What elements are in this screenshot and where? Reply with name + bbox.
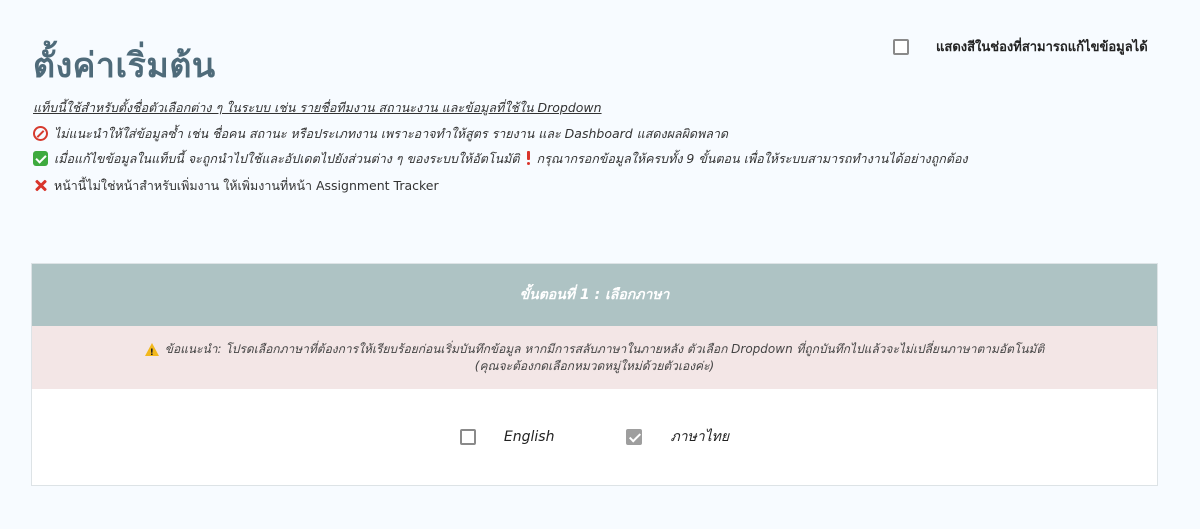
page-title: ตั้งค่าเริ่มต้น — [33, 46, 216, 86]
english-checkbox[interactable] — [459, 429, 476, 445]
highlight-editable-toggle[interactable]: แสดงสีในช่องที่สามารถแก้ไขข้อมูลได้ — [893, 36, 1148, 57]
language-option-english[interactable]: English — [459, 429, 555, 445]
step1-card: ขั้นตอนที่ 1 : เลือกภาษา ข้อแนะนำ: โปรดเ… — [31, 263, 1158, 486]
auto-sync-note: เมื่อแก้ไขข้อมูลในแท็บนี้ จะถูกนำไปใช้แล… — [33, 146, 968, 171]
complete-steps-text: กรุณากรอกข้อมูลให้ครบทั้ง 9 ขั้นตอน เพื่… — [536, 150, 968, 166]
duplicate-warning-note: ไม่แนะนำให้ใส่ข้อมูลซ้ำ เช่น ชื่อคน สถาน… — [33, 121, 968, 146]
thai-checkbox[interactable] — [626, 429, 643, 445]
instructions: แท็บนี้ใช้สำหรับตั้งชื่อตัวเลือกต่าง ๆ ใ… — [33, 99, 968, 198]
step1-advice: ข้อแนะนำ: โปรดเลือกภาษาที่ต้องการให้เรีย… — [32, 326, 1157, 389]
language-options: English ภาษาไทย — [32, 389, 1157, 485]
thai-label: ภาษาไทย — [670, 429, 730, 445]
cross-mark-icon — [33, 178, 48, 193]
intro-note: แท็บนี้ใช้สำหรับตั้งชื่อตัวเลือกต่าง ๆ ใ… — [33, 100, 602, 115]
advice-text: ข้อแนะนำ: โปรดเลือกภาษาที่ต้องการให้เรีย… — [164, 341, 1045, 356]
duplicate-warning-text: ไม่แนะนำให้ใส่ข้อมูลซ้ำ เช่น ชื่อคน สถาน… — [54, 125, 729, 141]
not-for-tasks-note: หน้านี้ไม่ใช่หน้าสำหรับเพิ่มงาน ให้เพิ่ม… — [33, 173, 968, 198]
highlight-editable-label: แสดงสีในช่องที่สามารถแก้ไขข้อมูลได้ — [936, 40, 1148, 55]
english-label: English — [503, 429, 555, 445]
language-option-thai[interactable]: ภาษาไทย — [626, 426, 729, 448]
auto-sync-text: เมื่อแก้ไขข้อมูลในแท็บนี้ จะถูกนำไปใช้แล… — [54, 150, 520, 166]
advice-subtext: (คุณจะต้องกดเลือกหมวดหมู่ใหม่ด้วยตัวเองค… — [474, 358, 715, 373]
step1-header: ขั้นตอนที่ 1 : เลือกภาษา — [32, 264, 1157, 326]
highlight-editable-checkbox[interactable] — [893, 38, 909, 55]
exclamation-icon — [526, 151, 531, 166]
not-for-tasks-text: หน้านี้ไม่ใช่หน้าสำหรับเพิ่มงาน ให้เพิ่ม… — [54, 177, 439, 193]
warning-icon — [144, 342, 159, 362]
check-mark-icon — [33, 151, 48, 166]
no-entry-icon — [33, 126, 48, 141]
